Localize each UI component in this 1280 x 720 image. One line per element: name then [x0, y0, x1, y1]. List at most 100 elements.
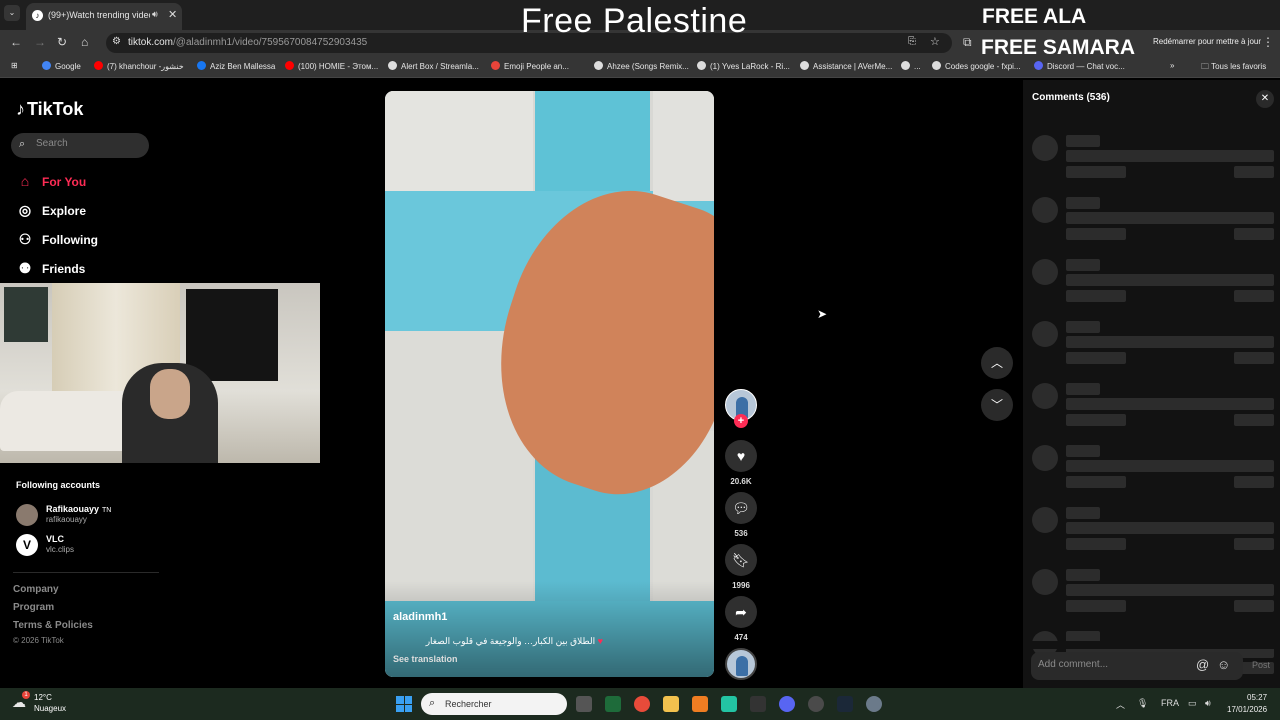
- windows-start-icon[interactable]: [396, 696, 412, 712]
- nav-for-you[interactable]: ⌂ For You: [16, 173, 86, 195]
- bookmark-item[interactable]: (7) khanchour -خنشور: [94, 61, 184, 71]
- comment-skeleton: [1031, 259, 1276, 317]
- discord-icon: [1034, 61, 1043, 70]
- close-icon[interactable]: ✕: [1256, 90, 1274, 108]
- all-bookmarks-folder[interactable]: 🗀︎ Tous les favoris: [1201, 61, 1266, 75]
- bookmark-item[interactable]: Discord — Chat voc...: [1034, 61, 1125, 71]
- footer-link-company[interactable]: Company: [13, 584, 59, 595]
- save-button[interactable]: 🔖︎: [725, 544, 757, 576]
- share-button[interactable]: ➦: [725, 596, 757, 628]
- tab-audio-icon[interactable]: 🔊︎: [152, 9, 158, 20]
- webcam-overlay: [0, 283, 320, 463]
- install-app-icon[interactable]: ⎘: [908, 36, 916, 47]
- nvidia-app-icon[interactable]: [605, 696, 621, 712]
- globe-icon: [932, 61, 941, 70]
- see-translation-link[interactable]: See translation: [393, 654, 458, 664]
- comment-skeleton: [1031, 507, 1276, 565]
- video-author[interactable]: aladinmh1: [393, 611, 447, 623]
- microphone-icon[interactable]: 🎙︎: [1137, 698, 1148, 709]
- bookmark-item[interactable]: Assistance | AVerMe...: [800, 61, 892, 71]
- obs-icon[interactable]: [808, 696, 824, 712]
- steam-icon[interactable]: [837, 696, 853, 712]
- bookmark-item[interactable]: Codes google - fxpi...: [932, 61, 1021, 71]
- share-count: 474: [734, 633, 748, 642]
- following-accounts-title: Following accounts: [16, 480, 101, 490]
- account-name: VLC: [46, 534, 64, 544]
- apps-grid-icon[interactable]: ⊞: [11, 61, 18, 70]
- bookmark-item[interactable]: ...: [901, 61, 921, 71]
- follow-plus-icon[interactable]: +: [734, 414, 748, 428]
- update-button[interactable]: Redémarrer pour mettre à jour: [1153, 37, 1261, 46]
- extensions-icon[interactable]: ⧉: [963, 35, 972, 50]
- weather-badge: 1: [22, 691, 30, 699]
- clock-date[interactable]: 17/01/2026: [1227, 705, 1267, 714]
- nav-friends[interactable]: ⚉ Friends: [16, 260, 86, 282]
- previous-video-button[interactable]: ︿: [981, 347, 1013, 379]
- wall-poster: [4, 287, 48, 342]
- app-icon[interactable]: [721, 696, 737, 712]
- like-button[interactable]: ♥: [725, 440, 757, 472]
- settings-gear-icon[interactable]: [866, 696, 882, 712]
- back-icon[interactable]: ←: [10, 35, 22, 49]
- bookmark-item[interactable]: Aziz Ben Mallessa: [197, 61, 275, 71]
- discord-icon[interactable]: [779, 696, 795, 712]
- nav-explore[interactable]: ◎ Explore: [16, 202, 86, 224]
- youtube-icon: [285, 61, 294, 70]
- footer-link-program[interactable]: Program: [13, 602, 54, 613]
- tab-search-button[interactable]: ⌄: [4, 5, 20, 21]
- bookmark-item[interactable]: Ahzee (Songs Remix...: [594, 61, 689, 71]
- site-info-icon[interactable]: ⚙︎: [112, 36, 121, 47]
- bookmark-item[interactable]: Google: [42, 61, 81, 71]
- share-arrow-icon: ➦: [735, 604, 747, 620]
- task-view-icon[interactable]: [576, 696, 592, 712]
- facebook-icon: [197, 61, 206, 70]
- bookmark-icon: 🔖︎: [732, 552, 750, 568]
- forward-icon[interactable]: →: [34, 35, 46, 49]
- bookmarks-overflow-icon[interactable]: »: [1170, 61, 1174, 70]
- tray-overflow-icon[interactable]: ︿: [1116, 698, 1125, 711]
- comments-title: Comments (536): [1032, 92, 1110, 103]
- next-video-button[interactable]: ﹀: [981, 389, 1013, 421]
- heart-emoji-icon: ♥: [597, 636, 603, 646]
- file-explorer-icon[interactable]: [663, 696, 679, 712]
- like-count: 20.6K: [730, 477, 752, 486]
- emoji-icon[interactable]: ☺: [1217, 657, 1230, 672]
- video-frame-region: [385, 91, 533, 191]
- language-indicator[interactable]: FRA: [1161, 698, 1179, 708]
- bookmark-item[interactable]: (100) HOMIE - Этом...: [285, 61, 378, 71]
- user-icon: ⚇: [18, 231, 32, 247]
- bookmark-item[interactable]: Emoji People an...: [491, 61, 569, 71]
- video-player[interactable]: [385, 91, 714, 677]
- tab-close-icon[interactable]: ✕: [168, 8, 177, 21]
- mention-icon[interactable]: @: [1196, 657, 1209, 672]
- clock-time[interactable]: 05:27: [1247, 693, 1267, 702]
- reload-icon[interactable]: ↻: [57, 35, 67, 49]
- footer-link-terms[interactable]: Terms & Policies: [13, 620, 93, 631]
- browser-tab[interactable]: ♪ (99+)Watch trending videos 🔊︎ ✕: [26, 3, 182, 30]
- volume-icon[interactable]: 🔊︎: [1205, 698, 1211, 709]
- bookmark-item[interactable]: (1) Yves LaRock - Ri...: [697, 61, 790, 71]
- mouse-cursor-icon: ➤: [817, 307, 828, 321]
- tiktok-logo[interactable]: ♪ TikTok: [16, 99, 83, 120]
- app-icon[interactable]: [750, 696, 766, 712]
- globe-icon: [697, 61, 706, 70]
- search-input[interactable]: [36, 138, 136, 149]
- bookmark-star-icon[interactable]: ☆: [930, 35, 940, 48]
- app-icon[interactable]: [692, 696, 708, 712]
- network-icon[interactable]: ▭: [1188, 698, 1197, 709]
- home-icon[interactable]: ⌂: [81, 35, 88, 49]
- music-disc[interactable]: [725, 648, 757, 680]
- taskbar-search[interactable]: ⌕ Rechercher: [421, 693, 567, 715]
- tiktok-favicon-icon: ♪: [32, 10, 43, 21]
- search-box[interactable]: ⌕: [11, 133, 149, 158]
- comment-input[interactable]: [1038, 659, 1186, 670]
- chevron-up-icon: ︿: [990, 356, 1003, 370]
- post-button[interactable]: Post: [1252, 660, 1270, 670]
- bookmark-item[interactable]: Alert Box / Streamla...: [388, 61, 479, 71]
- overlay-tag: FREE SAMARA: [981, 36, 1136, 59]
- comment-box[interactable]: @ ☺: [1031, 652, 1243, 680]
- chrome-icon[interactable]: [634, 696, 650, 712]
- browser-menu-icon[interactable]: ⋮: [1262, 35, 1274, 49]
- nav-following[interactable]: ⚇ Following: [16, 231, 98, 253]
- comment-button[interactable]: 💬︎: [725, 492, 757, 524]
